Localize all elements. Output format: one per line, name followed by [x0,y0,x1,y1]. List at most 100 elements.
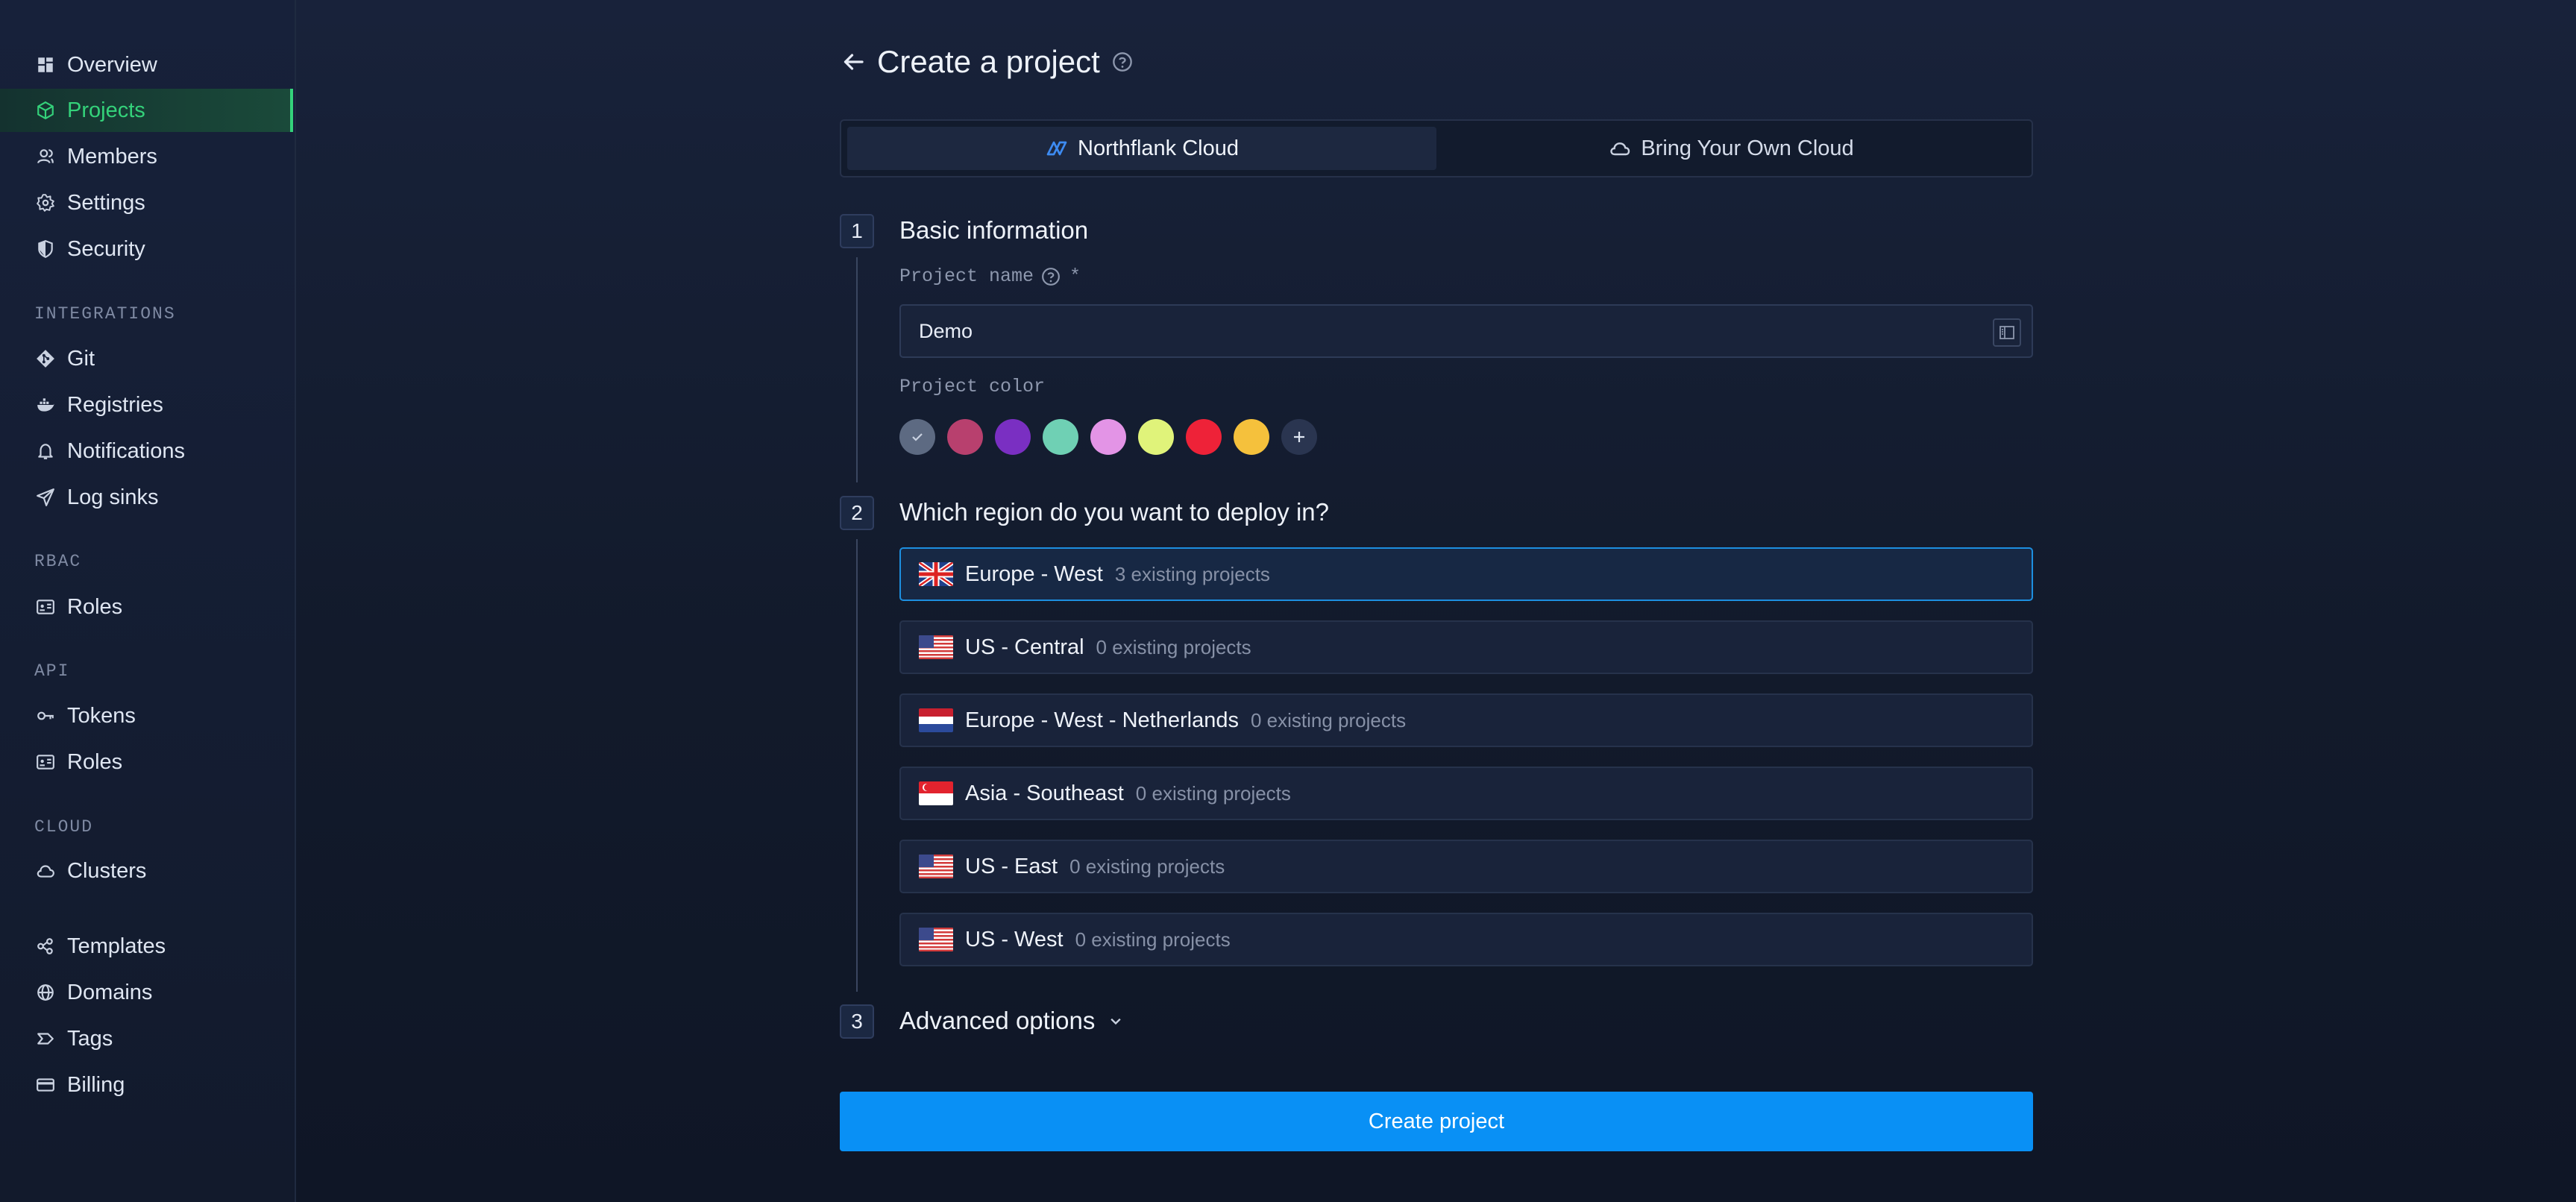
us-flag-icon [919,635,953,659]
docker-icon [34,394,57,416]
advanced-options-toggle[interactable]: Advanced options [899,1007,1126,1035]
sidebar-item-registries[interactable]: Registries [0,383,293,427]
sidebar-item-label: Members [67,144,157,169]
check-icon [912,433,923,441]
region-name: US - West [965,927,1064,951]
app-root: Overview Projects Members Settings Secur… [0,0,2576,1202]
sg-flag-icon [919,781,953,805]
create-project-button[interactable]: Create project [840,1092,2033,1151]
color-swatch[interactable] [1043,419,1078,455]
color-swatch[interactable] [1090,419,1126,455]
sidebar-item-label: Overview [67,52,157,77]
sidebar-item-label: Git [67,346,95,371]
step-number-3: 3 [840,1004,874,1039]
region-option[interactable]: US - East 0 existing projects [899,840,2033,893]
color-swatch[interactable] [947,419,983,455]
sidebar-item-security[interactable]: Security [0,227,293,271]
region-name: Europe - West [965,561,1103,586]
step-number-1: 1 [840,214,874,248]
sidebar-item-projects[interactable]: Projects [0,89,293,132]
bell-icon [34,440,57,462]
us-flag-icon [919,855,953,878]
region-name: US - East [965,854,1058,878]
sidebar-item-billing[interactable]: Billing [0,1063,293,1107]
project-name-input[interactable]: Demo [899,304,2033,358]
sidebar-item-label: Tags [67,1026,113,1051]
git-icon [34,347,57,370]
sidebar-item-notifications[interactable]: Notifications [0,429,293,473]
region-project-count: 0 existing projects [1069,855,1225,878]
region-option[interactable]: Asia - Southeast 0 existing projects [899,767,2033,820]
sidebar-item-overview[interactable]: Overview [0,43,293,86]
cube-icon [34,99,57,122]
color-swatch[interactable] [1186,419,1222,455]
tab-northflank-cloud[interactable]: Northflank Cloud [847,127,1436,170]
sidebar-item-tags[interactable]: Tags [0,1017,293,1060]
sidebar-item-settings[interactable]: Settings [0,181,293,224]
section-label-api: API [34,661,70,681]
grid-icon [34,54,57,76]
sidebar-item-label: Security [67,236,145,261]
nodes-icon [34,935,57,957]
sidebar-item-clusters[interactable]: Clusters [0,849,293,893]
color-swatch[interactable] [1234,419,1269,455]
page-header: Create a project [840,42,1133,82]
step-number-2: 2 [840,496,874,530]
sidebar-item-log-sinks[interactable]: Log sinks [0,476,293,519]
region-name: Europe - West - Netherlands [965,708,1239,732]
tab-bring-your-own-cloud[interactable]: Bring Your Own Cloud [1436,127,2026,170]
region-option[interactable]: Europe - West 3 existing projects [899,547,2033,601]
sidebar: Overview Projects Members Settings Secur… [0,0,296,1202]
required-marker: * [1069,265,1081,287]
tab-label: Northflank Cloud [1078,136,1239,160]
gear-icon [34,192,57,214]
northflank-logo-icon [1045,136,1069,160]
region-option[interactable]: Europe - West - Netherlands 0 existing pr… [899,693,2033,747]
sidebar-panel-icon[interactable] [1993,318,2021,347]
step-title-basic: Basic information [899,216,1089,244]
help-icon[interactable] [1041,267,1061,286]
region-option[interactable]: US - West 0 existing projects [899,913,2033,966]
key-icon [34,705,57,727]
sidebar-item-git[interactable]: Git [0,337,293,380]
sidebar-item-label: Clusters [67,858,147,883]
color-swatch[interactable] [1138,419,1174,455]
region-option[interactable]: US - Central 0 existing projects [899,620,2033,674]
sidebar-item-templates[interactable]: Templates [0,925,293,968]
cloud-icon [34,860,57,882]
sidebar-item-members[interactable]: Members [0,135,293,178]
globe-icon [34,981,57,1004]
project-color-label: Project color [899,376,1046,397]
sidebar-item-domains[interactable]: Domains [0,971,293,1014]
add-color-button[interactable] [1281,419,1317,455]
sidebar-item-label: Registries [67,392,163,417]
page-title: Create a project [877,44,1100,79]
project-name-value: Demo [919,319,973,342]
shield-icon [34,238,57,260]
chevron-down-icon [1105,1010,1126,1031]
color-swatch-selected[interactable] [899,419,935,455]
cloud-icon [1608,136,1632,160]
send-icon [34,486,57,509]
project-name-label-text: Project name [899,265,1034,287]
help-icon[interactable] [1112,51,1133,72]
sidebar-item-rbac-roles[interactable]: Roles [0,585,293,629]
color-swatches [899,419,1329,455]
color-swatch[interactable] [995,419,1031,455]
section-label-rbac: RBAC [34,552,82,571]
us-flag-icon [919,928,953,951]
sidebar-item-api-roles[interactable]: Roles [0,740,293,784]
nl-flag-icon [919,708,953,732]
section-label-cloud: CLOUD [34,817,94,837]
sidebar-item-label: Templates [67,934,166,958]
region-project-count: 0 existing projects [1135,781,1291,805]
region-project-count: 0 existing projects [1250,708,1407,731]
step-connector-2 [856,539,858,992]
sidebar-item-label: Projects [67,98,145,122]
sidebar-item-label: Roles [67,594,123,619]
sidebar-item-tokens[interactable]: Tokens [0,694,293,737]
id-card-icon [34,596,57,618]
back-arrow-icon[interactable] [840,48,867,75]
plus-icon [1294,432,1304,442]
uk-flag-icon [919,562,953,586]
